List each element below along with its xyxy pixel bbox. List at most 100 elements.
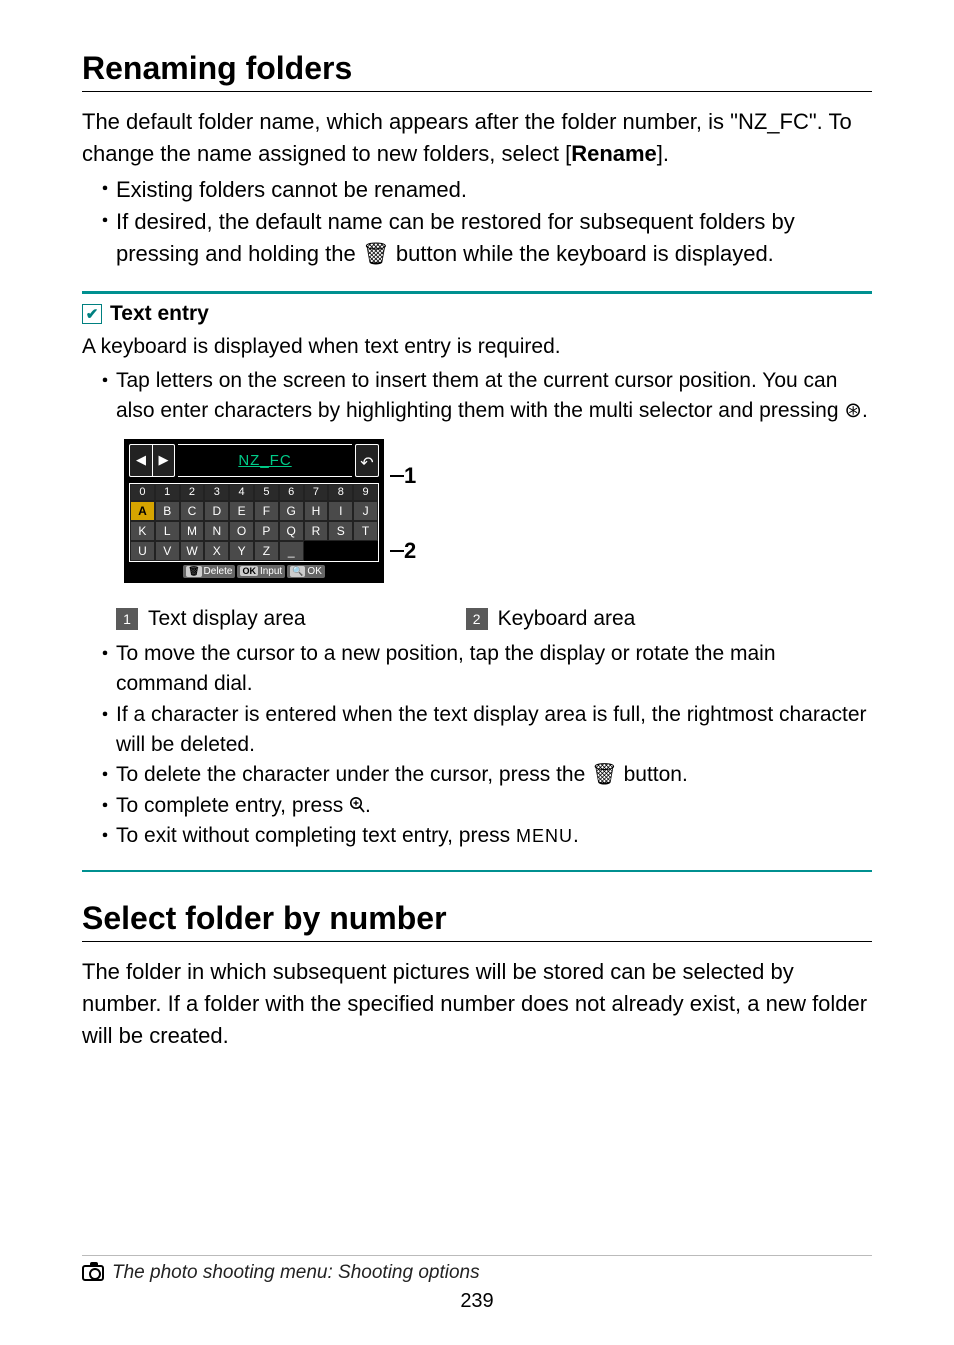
key: T [353, 521, 378, 541]
rename-intro: The default folder name, which appears a… [82, 106, 872, 170]
key: 3 [204, 484, 229, 501]
keyboard-area: 0 1 2 3 4 5 6 7 8 9 A B C D E F [129, 483, 379, 562]
page-footer: The photo shooting menu: Shooting option… [82, 1255, 872, 1313]
bullet-text: To complete entry, press . [116, 791, 872, 821]
bullet-dot: ・ [96, 174, 116, 206]
cursor-left-icon: ◀ [130, 445, 152, 476]
bullet-text: To move the cursor to a new position, ta… [116, 639, 872, 700]
footer-breadcrumb: The photo shooting menu: Shooting option… [82, 1262, 872, 1284]
bullet-dot: ・ [96, 791, 116, 821]
note-intro-line: A keyboard is displayed when text entry … [82, 332, 872, 361]
checkmark-icon: ✔ [82, 304, 102, 324]
rename-intro-a: The default folder name, which appears a… [82, 109, 852, 166]
key: _ [279, 541, 304, 561]
key: I [328, 501, 353, 521]
key: V [155, 541, 180, 561]
bullet-item: ・ To delete the character under the curs… [82, 760, 872, 790]
key: M [180, 521, 205, 541]
legend-number: 1 [116, 608, 138, 630]
bullet-dot: ・ [96, 639, 116, 700]
softkey-ok: 🔍OK [287, 565, 325, 578]
bullet-text: Tap letters on the screen to insert them… [116, 366, 872, 427]
note-text-entry: ✔ Text entry A keyboard is displayed whe… [82, 291, 872, 871]
bullet-dot: ・ [96, 206, 116, 270]
undo-icon: ↶ [355, 444, 379, 477]
key: O [229, 521, 254, 541]
key: X [204, 541, 229, 561]
text: To complete entry, press [116, 794, 349, 817]
key: 4 [229, 484, 254, 501]
key: 9 [353, 484, 378, 501]
key: 7 [304, 484, 329, 501]
bullet-dot: ・ [96, 821, 116, 851]
key: 1 [155, 484, 180, 501]
heading-select-folder: Select folder by number [82, 900, 872, 942]
key: N [204, 521, 229, 541]
bullet-item: ・ If a character is entered when the tex… [82, 700, 872, 761]
callout-1: 1 [404, 463, 416, 489]
text-display-area: ◀ ▶ NZ_FC ↶ [126, 441, 382, 481]
softkey-input: OKInput [237, 565, 285, 578]
rename-option-rename: Rename [571, 141, 657, 166]
bullet-text: To exit without completing text entry, p… [116, 821, 872, 851]
diagram-callouts: 1 2 [398, 439, 416, 589]
key: W [180, 541, 205, 561]
key: E [229, 501, 254, 521]
bullet-item: ・ To move the cursor to a new position, … [82, 639, 872, 700]
key: 5 [254, 484, 279, 501]
key-blank [353, 541, 378, 561]
bullet-item: ・ To complete entry, press . [82, 791, 872, 821]
key: S [328, 521, 353, 541]
rename-bullets: ・ Existing folders cannot be renamed. ・ … [82, 174, 872, 270]
callout-2: 2 [404, 538, 416, 564]
key: C [180, 501, 205, 521]
page-number: 239 [82, 1290, 872, 1313]
key: F [254, 501, 279, 521]
note-bullets-2: ・ To move the cursor to a new position, … [82, 639, 872, 852]
key: Y [229, 541, 254, 561]
bullet-text: If desired, the default name can be rest… [116, 206, 872, 270]
key-blank [328, 541, 353, 561]
key-row: 0 1 2 3 4 5 6 7 8 9 [130, 484, 378, 501]
legend-label: Text display area [148, 607, 306, 631]
softkey-bar: 🗑Delete OKInput 🔍OK [126, 563, 382, 581]
text: To exit without completing text entry, p… [116, 824, 516, 847]
legend-number: 2 [466, 608, 488, 630]
footer-text: The photo shooting menu: Shooting option… [112, 1262, 480, 1284]
bullet-item: ・ If desired, the default name can be re… [82, 206, 872, 270]
rename-intro-c: ]. [657, 141, 669, 166]
key: D [204, 501, 229, 521]
softkey-label: Delete [204, 566, 233, 577]
key: B [155, 501, 180, 521]
simulated-screen: ◀ ▶ NZ_FC ↶ 0 1 2 3 4 5 6 7 8 9 [124, 439, 384, 583]
key: U [130, 541, 155, 561]
bullet-dot: ・ [96, 366, 116, 427]
key: G [279, 501, 304, 521]
legend-item: 2 Keyboard area [466, 607, 636, 631]
keyboard-diagram: ◀ ▶ NZ_FC ↶ 0 1 2 3 4 5 6 7 8 9 [124, 439, 872, 589]
legend-label: Keyboard area [498, 607, 636, 631]
ok-icon: OK [240, 566, 258, 576]
camera-icon [82, 1265, 104, 1281]
key: Z [254, 541, 279, 561]
key: L [155, 521, 180, 541]
trash-icon: 🗑 [186, 566, 201, 577]
key: R [304, 521, 329, 541]
menu-button-label: MENU [516, 826, 573, 846]
text: . [365, 794, 371, 817]
cursor-arrows: ◀ ▶ [129, 444, 175, 477]
key-row: U V W X Y Z _ [130, 541, 378, 561]
legend-item: 1 Text display area [116, 607, 306, 631]
bullet-item: ・ To exit without completing text entry,… [82, 821, 872, 851]
bullet-text: To delete the character under the cursor… [116, 760, 872, 790]
key: H [304, 501, 329, 521]
bullet-dot: ・ [96, 760, 116, 790]
key: Q [279, 521, 304, 541]
select-folder-body: The folder in which subsequent pictures … [82, 956, 872, 1052]
magnify-icon: 🔍 [290, 566, 305, 577]
softkey-label: OK [307, 566, 321, 577]
key: 0 [130, 484, 155, 501]
bullet-item: ・ Tap letters on the screen to insert th… [82, 366, 872, 427]
bullet-item: ・ Existing folders cannot be renamed. [82, 174, 872, 206]
bullet-text: Existing folders cannot be renamed. [116, 174, 872, 206]
